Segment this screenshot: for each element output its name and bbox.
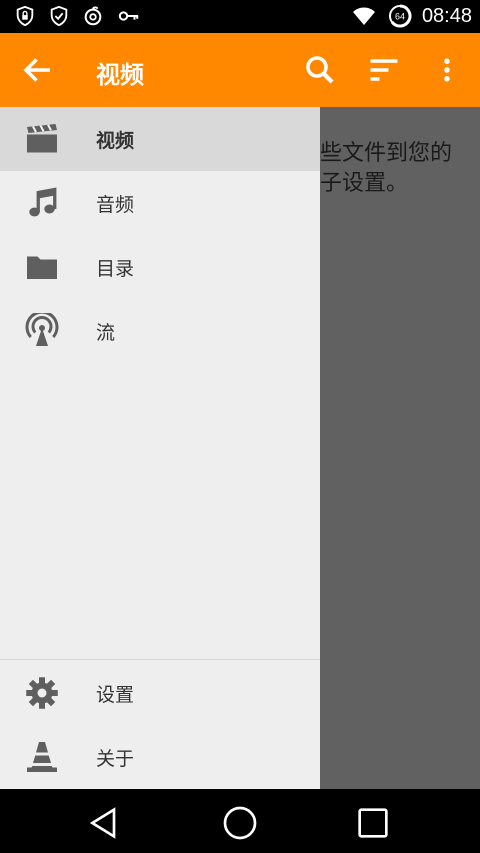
key-icon — [118, 11, 139, 21]
app-bar: 视频 — [0, 33, 480, 107]
clock: 08:48 — [421, 4, 472, 27]
clapperboard-icon — [27, 124, 57, 153]
shield-lock-icon — [16, 5, 34, 27]
drawer-item-audio[interactable]: 音频 — [0, 171, 320, 235]
drawer-divider — [0, 659, 320, 660]
page-title: 视频 — [96, 61, 144, 89]
navigation-drawer: 视频 音频 目录 流 设置 关于 — [0, 107, 320, 789]
drawer-item-label: 设置 — [96, 683, 135, 706]
nav-home-icon[interactable] — [220, 803, 260, 843]
drawer-item-settings[interactable]: 设置 — [0, 661, 320, 725]
gear-icon — [26, 677, 58, 709]
stream-antenna-icon — [25, 313, 59, 346]
drawer-item-label: 目录 — [96, 257, 135, 280]
vlc-cone-icon — [27, 742, 57, 772]
drawer-item-label: 视频 — [96, 129, 135, 152]
back-arrow-icon[interactable] — [20, 52, 56, 88]
shield-check-icon — [50, 5, 68, 27]
search-icon[interactable] — [302, 52, 338, 88]
netease-music-icon — [84, 6, 102, 26]
nav-recents-icon[interactable] — [353, 803, 393, 843]
more-vert-icon[interactable] — [432, 52, 462, 88]
nav-back-icon[interactable] — [84, 803, 124, 843]
music-note-icon — [29, 187, 57, 217]
wifi-icon — [352, 7, 375, 25]
drawer-item-about[interactable]: 关于 — [0, 725, 320, 789]
system-nav-bar — [0, 789, 480, 853]
drawer-item-label: 音频 — [96, 193, 135, 216]
drawer-item-label: 关于 — [96, 747, 135, 770]
battery-icon: 64 — [388, 4, 412, 28]
drawer-item-video[interactable]: 视频 — [0, 107, 320, 171]
status-bar: 64 08:48 — [0, 0, 480, 33]
folder-icon — [27, 256, 57, 279]
drawer-item-label: 流 — [96, 321, 116, 344]
drawer-item-directories[interactable]: 目录 — [0, 235, 320, 299]
sort-icon[interactable] — [366, 52, 402, 88]
svg-text:64: 64 — [395, 12, 405, 22]
drawer-item-stream[interactable]: 流 — [0, 299, 320, 363]
